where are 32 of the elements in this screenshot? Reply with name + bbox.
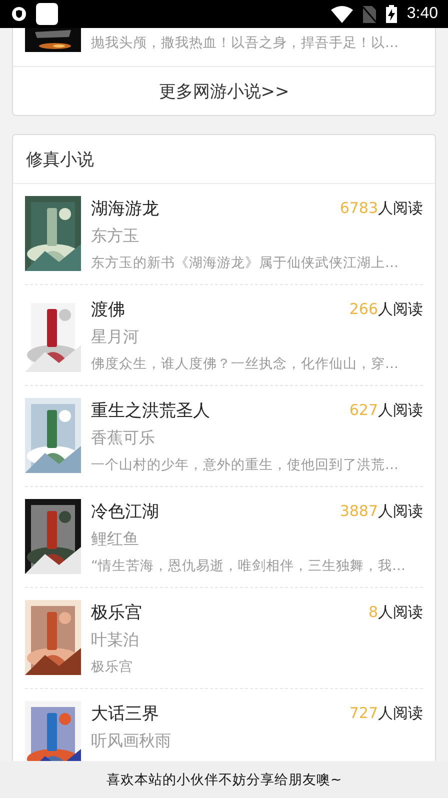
notification-icon (36, 3, 58, 25)
book-author: 星月河 (91, 327, 140, 348)
book-author: 香蕉可乐 (91, 428, 156, 449)
book-title[interactable]: 极乐宫 (91, 600, 142, 624)
clock-time: 3:40 (406, 5, 438, 23)
book-title[interactable]: 渡佛 (91, 298, 125, 320)
read-count: 6783人阅读 (340, 198, 423, 218)
more-link[interactable]: 更多网游小说>> (13, 67, 435, 115)
no-sim-icon (362, 6, 376, 22)
book-description: 东方玉的新书《湖海游龙》属于仙侠武侠江湖上… (91, 254, 400, 272)
read-count: 8人阅读 (368, 602, 423, 622)
book-author: 叶某泊 (91, 630, 140, 651)
book-title[interactable]: 大话三界 (91, 702, 159, 724)
section-title: 修真小说 (13, 135, 435, 184)
book-description: 极乐宫 (91, 658, 134, 676)
read-count: 727人阅读 (349, 704, 423, 722)
wifi-icon (330, 6, 353, 22)
book-title[interactable]: 冷色江湖 (91, 500, 159, 522)
book-author: 听风画秋雨 (91, 731, 172, 752)
read-count: 266人阅读 (349, 300, 423, 318)
book-title[interactable]: 重生之洪荒圣人 (91, 398, 210, 422)
book-author: 鲤红鱼 (91, 529, 140, 550)
battery-charging-icon (386, 5, 397, 23)
read-count: 627人阅读 (349, 400, 423, 420)
book-description: 佛度众生，谁人度佛？一丝执念，化作仙山，穿… (91, 355, 400, 373)
shield-icon (12, 7, 26, 21)
book-title[interactable]: 湖海游龙 (91, 196, 159, 220)
read-count: 3887人阅读 (340, 502, 423, 520)
book-description: 抛我头颅，撒我热血！以吾之身，捍吾手足！以… (91, 34, 398, 53)
book-author: 东方玉 (91, 226, 140, 247)
book-description: 一个山村的少年，意外的重生，使他回到了洪荒… (91, 456, 400, 474)
book-description: “情生苦海，恩仇易逝，唯剑相伴，三生独舞，我… (91, 557, 406, 575)
